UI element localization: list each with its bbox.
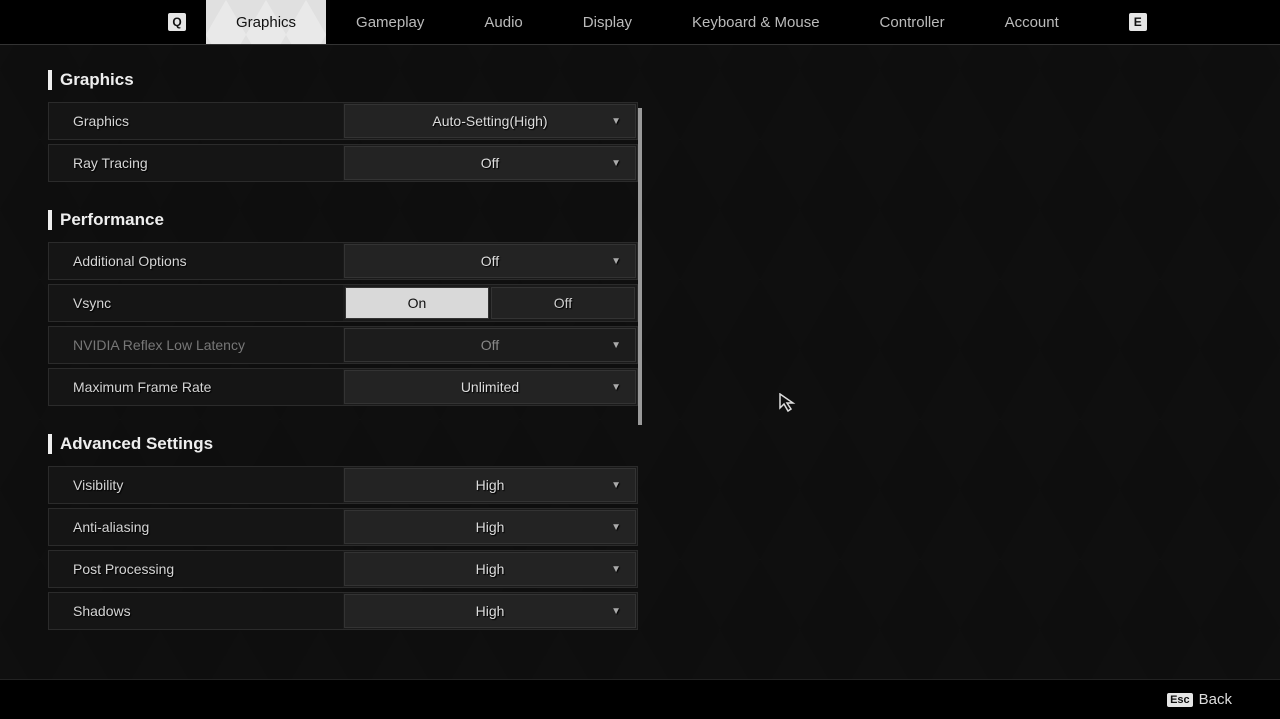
value-shadows: High	[476, 603, 505, 619]
toggle-vsync-off[interactable]: Off	[491, 287, 635, 319]
select-additional-options[interactable]: Off ▼	[344, 244, 636, 278]
chevron-down-icon: ▼	[611, 158, 621, 169]
chevron-down-icon: ▼	[611, 606, 621, 617]
label-graphics-quality: Graphics	[49, 103, 343, 139]
row-graphics-quality: Graphics Auto-Setting(High) ▼	[48, 102, 638, 140]
esc-key-hint: Esc	[1167, 693, 1193, 707]
chevron-down-icon: ▼	[611, 116, 621, 127]
value-ray-tracing: Off	[481, 155, 499, 171]
value-post-processing: High	[476, 561, 505, 577]
select-max-frame-rate[interactable]: Unlimited ▼	[344, 370, 636, 404]
tab-keyboard-mouse[interactable]: Keyboard & Mouse	[662, 0, 850, 44]
row-max-frame-rate: Maximum Frame Rate Unlimited ▼	[48, 368, 638, 406]
label-nvidia-reflex: NVIDIA Reflex Low Latency	[49, 327, 343, 363]
select-nvidia-reflex: Off ▼	[344, 328, 636, 362]
value-visibility: High	[476, 477, 505, 493]
chevron-down-icon: ▼	[611, 256, 621, 267]
toggle-vsync-on[interactable]: On	[345, 287, 489, 319]
row-additional-options: Additional Options Off ▼	[48, 242, 638, 280]
row-vsync: Vsync On Off	[48, 284, 638, 322]
row-ray-tracing: Ray Tracing Off ▼	[48, 144, 638, 182]
row-visibility: Visibility High ▼	[48, 466, 638, 504]
tab-display[interactable]: Display	[553, 0, 662, 44]
back-button[interactable]: Back	[1199, 691, 1232, 708]
settings-content: Graphics Graphics Auto-Setting(High) ▼ R…	[48, 70, 638, 670]
label-visibility: Visibility	[49, 467, 343, 503]
tab-controller[interactable]: Controller	[850, 0, 975, 44]
prev-tab-key-hint: Q	[168, 13, 186, 31]
label-anti-aliasing: Anti-aliasing	[49, 509, 343, 545]
topbar: Q Graphics Gameplay Audio Display Keyboa…	[0, 0, 1280, 45]
value-max-frame-rate: Unlimited	[461, 379, 519, 395]
row-anti-aliasing: Anti-aliasing High ▼	[48, 508, 638, 546]
row-post-processing: Post Processing High ▼	[48, 550, 638, 588]
chevron-down-icon: ▼	[611, 340, 621, 351]
chevron-down-icon: ▼	[611, 564, 621, 575]
label-additional-options: Additional Options	[49, 243, 343, 279]
row-nvidia-reflex: NVIDIA Reflex Low Latency Off ▼	[48, 326, 638, 364]
row-shadows: Shadows High ▼	[48, 592, 638, 630]
select-visibility[interactable]: High ▼	[344, 468, 636, 502]
select-post-processing[interactable]: High ▼	[344, 552, 636, 586]
bottombar: Esc Back	[0, 679, 1280, 719]
tab-graphics[interactable]: Graphics	[206, 0, 326, 44]
tab-account[interactable]: Account	[975, 0, 1089, 44]
chevron-down-icon: ▼	[611, 382, 621, 393]
tab-audio[interactable]: Audio	[454, 0, 552, 44]
section-header-graphics: Graphics	[48, 70, 638, 90]
tab-gameplay[interactable]: Gameplay	[326, 0, 454, 44]
section-header-advanced: Advanced Settings	[48, 434, 638, 454]
value-anti-aliasing: High	[476, 519, 505, 535]
scrollbar-thumb[interactable]	[638, 108, 642, 425]
select-shadows[interactable]: High ▼	[344, 594, 636, 628]
select-graphics-quality[interactable]: Auto-Setting(High) ▼	[344, 104, 636, 138]
cursor-icon	[779, 393, 799, 413]
toggle-vsync: On Off	[345, 287, 635, 319]
chevron-down-icon: ▼	[611, 480, 621, 491]
select-anti-aliasing[interactable]: High ▼	[344, 510, 636, 544]
value-graphics-quality: Auto-Setting(High)	[432, 113, 547, 129]
section-header-performance: Performance	[48, 210, 638, 230]
label-ray-tracing: Ray Tracing	[49, 145, 343, 181]
label-max-frame-rate: Maximum Frame Rate	[49, 369, 343, 405]
chevron-down-icon: ▼	[611, 522, 621, 533]
select-ray-tracing[interactable]: Off ▼	[344, 146, 636, 180]
label-post-processing: Post Processing	[49, 551, 343, 587]
label-shadows: Shadows	[49, 593, 343, 629]
value-additional-options: Off	[481, 253, 499, 269]
label-vsync: Vsync	[49, 285, 343, 321]
next-tab-key-hint: E	[1129, 13, 1147, 31]
value-nvidia-reflex: Off	[481, 337, 499, 353]
